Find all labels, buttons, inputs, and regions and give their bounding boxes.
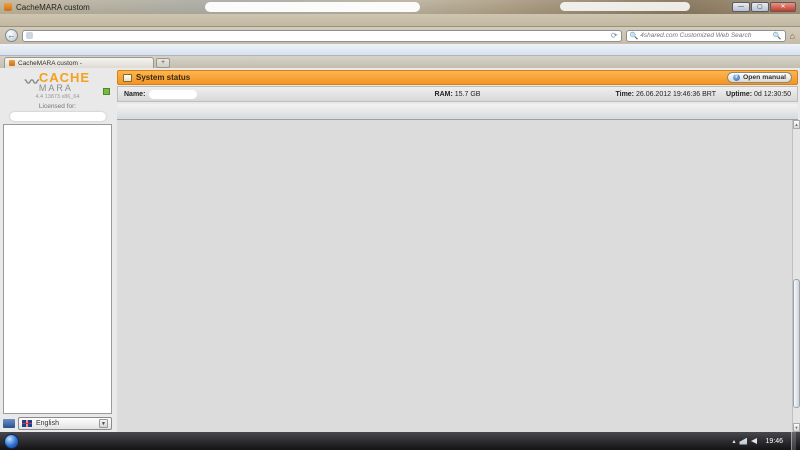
bookmarks-bar <box>0 44 800 56</box>
system-status-icon <box>123 73 132 82</box>
close-button[interactable]: ✕ <box>770 2 796 12</box>
version-text: 4.4 13873 x86_64 <box>35 94 80 100</box>
main-panel: System status ? Open manual Name: RAM: 1… <box>115 68 800 432</box>
chevron-down-icon: ▼ <box>99 419 108 428</box>
show-desktop-button[interactable] <box>791 432 796 450</box>
browser-menubar <box>0 14 800 27</box>
maximize-button[interactable]: ▢ <box>751 2 769 12</box>
window-titlebar[interactable]: CacheMARA custom — ▢ ✕ <box>0 0 800 14</box>
scroll-up-icon[interactable]: ▲ <box>793 120 800 129</box>
reload-icon[interactable]: ⟳ <box>611 31 618 40</box>
browser-tab[interactable]: CacheMARA custom - <box>4 57 154 68</box>
back-button[interactable]: ← <box>5 29 18 42</box>
redaction <box>9 112 106 121</box>
tab-favicon-icon <box>9 60 15 66</box>
taskbar-clock[interactable]: 19:46 <box>761 438 787 445</box>
sidebar: 〰 CACHE MARA 4.4 13873 x86_64 Licensed f… <box>0 68 115 432</box>
logo-badge-icon <box>103 88 110 95</box>
minimize-button[interactable]: — <box>732 2 750 12</box>
new-tab-button[interactable]: + <box>156 58 170 68</box>
licensed-label: Licensed for: <box>38 103 77 110</box>
home-button[interactable]: ⌂ <box>790 31 795 41</box>
search-engine-icon: 🔍 <box>629 32 639 40</box>
scroll-down-icon[interactable]: ▼ <box>793 423 800 432</box>
search-box[interactable]: 🔍 🔍 <box>625 29 786 42</box>
search-input[interactable] <box>640 32 771 39</box>
tab-bar: CacheMARA custom - + <box>0 56 800 68</box>
uptime-label: Uptime: <box>726 90 753 98</box>
redaction <box>37 31 366 41</box>
app-logo: 〰 CACHE MARA 4.4 13873 x86_64 Licensed f… <box>3 70 112 124</box>
volume-tray-icon[interactable] <box>751 438 758 444</box>
windows-taskbar: ▴ 19:46 <box>0 432 800 450</box>
network-tray-icon[interactable] <box>739 437 748 445</box>
redaction <box>560 2 690 11</box>
browser-navbar: ← ⟳ 🔍 🔍 ⌂ <box>0 27 800 44</box>
redaction <box>205 2 420 12</box>
info-bar: Name: RAM: 15.7 GB Time: 26.06.2012 19:4… <box>117 86 798 102</box>
vertical-scrollbar[interactable]: ▲ ▼ <box>792 120 800 432</box>
charts-grid <box>117 120 792 432</box>
scrollbar-thumb[interactable] <box>793 278 800 409</box>
open-manual-button[interactable]: ? Open manual <box>726 72 792 83</box>
address-bar[interactable]: ⟳ <box>22 29 622 42</box>
logo-text-2: MARA <box>38 83 73 93</box>
site-icon <box>26 32 33 39</box>
uptime-value: 0d 12:30:50 <box>754 90 792 98</box>
ram-value: 15.7 GB <box>454 90 481 98</box>
uk-flag-icon <box>22 420 32 427</box>
tray-expand-icon[interactable]: ▴ <box>732 438 735 445</box>
language-value: English <box>36 420 59 427</box>
time-label: Time: <box>615 90 635 98</box>
language-globe-icon <box>3 419 15 428</box>
window-title: CacheMARA custom <box>16 2 90 12</box>
start-button[interactable] <box>4 433 19 449</box>
app-favicon-icon <box>4 3 12 11</box>
name-label: Name: <box>124 90 146 98</box>
tab-title: CacheMARA custom - <box>18 59 82 67</box>
help-icon: ? <box>732 74 740 81</box>
browser-window: CacheMARA custom — ▢ ✕ ← ⟳ 🔍 🔍 ⌂ CacheMA… <box>0 0 800 432</box>
logo-swoosh-icon: 〰 <box>24 74 39 90</box>
page-header: System status ? Open manual <box>117 70 798 85</box>
time-value: 26.06.2012 19:46:36 BRT <box>635 90 717 98</box>
ram-label: RAM: <box>434 90 453 98</box>
time-range-tabstrip <box>117 104 798 120</box>
redaction <box>149 89 198 99</box>
language-select[interactable]: English ▼ <box>18 417 112 430</box>
page-title: System status <box>136 73 191 82</box>
search-icon[interactable]: 🔍 <box>773 32 782 40</box>
sidebar-menu <box>3 124 112 414</box>
scrollbar-track[interactable] <box>793 129 800 423</box>
